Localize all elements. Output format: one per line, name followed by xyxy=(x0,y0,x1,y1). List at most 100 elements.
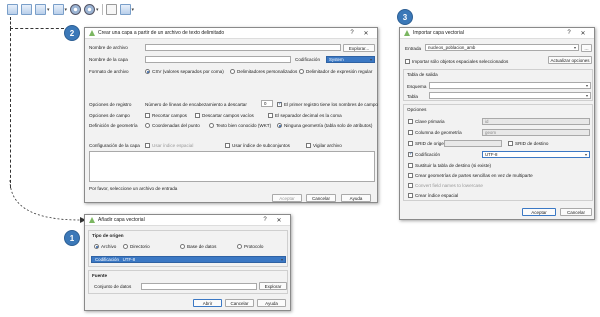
help-icon[interactable]: ? xyxy=(345,30,359,36)
radio-icon[interactable] xyxy=(299,69,304,74)
checkbox-icon[interactable] xyxy=(408,173,413,178)
chevron-down-icon[interactable]: ▾ xyxy=(65,7,68,13)
checkbox-icon[interactable] xyxy=(195,113,200,118)
close-icon[interactable]: ✕ xyxy=(576,30,590,37)
radio-icon[interactable] xyxy=(123,244,128,249)
checkbox-icon[interactable] xyxy=(408,183,413,188)
checkbox-icon[interactable] xyxy=(508,141,513,146)
geom-column-input[interactable]: geom xyxy=(482,129,590,136)
add-vector-icon[interactable] xyxy=(70,4,82,15)
format-custom-option[interactable]: Delimitadores personalizados xyxy=(230,69,297,74)
geom-wkt-label: Texto bien conocido (WKT) xyxy=(216,123,272,128)
new-geopackage-icon[interactable] xyxy=(35,4,46,15)
only-selected-option[interactable]: Importar sólo objetos espaciales selecci… xyxy=(405,59,508,64)
geom-column-option[interactable]: Columna de geometría xyxy=(408,130,462,135)
help-icon[interactable]: ? xyxy=(562,30,576,36)
src-srid-option[interactable]: SRID de origen xyxy=(408,141,446,146)
subset-index-option[interactable]: Usar índice de subconjuntos xyxy=(225,143,290,148)
spatial-index-option[interactable]: Usar índice espacial xyxy=(145,143,193,148)
layer-options-icon[interactable] xyxy=(119,4,131,15)
format-regex-option[interactable]: Delimitador de expresión regular xyxy=(299,69,372,74)
datasets-input[interactable] xyxy=(141,283,257,290)
decimal-comma-option[interactable]: El separador decimal es la coma xyxy=(268,113,342,118)
checkbox-icon[interactable] xyxy=(408,193,413,198)
radio-icon[interactable] xyxy=(145,123,150,128)
lowercase-option[interactable]: Convert field names to lowercase xyxy=(408,183,483,188)
sample-data-preview[interactable] xyxy=(89,151,375,182)
file-name-input[interactable] xyxy=(145,44,341,51)
chevron-down-icon[interactable]: ▾ xyxy=(47,7,50,13)
checkbox-icon[interactable] xyxy=(408,151,413,157)
update-options-button[interactable]: Actualizar opciones xyxy=(548,56,592,64)
src-srid-input[interactable] xyxy=(444,140,502,147)
watch-file-option[interactable]: Vigilar archivo xyxy=(306,143,342,148)
new-spatialite-icon[interactable] xyxy=(21,4,32,15)
format-csv-option[interactable]: CSV (valores separados por coma) xyxy=(145,69,224,74)
close-icon[interactable]: ✕ xyxy=(272,217,286,224)
radio-icon[interactable] xyxy=(237,244,242,249)
source-protocol-option[interactable]: Protocolo xyxy=(237,244,263,249)
add-wms-icon[interactable] xyxy=(105,4,117,15)
primary-key-input[interactable]: id xyxy=(482,118,590,125)
checkbox-icon[interactable] xyxy=(408,130,413,135)
new-memory-layer-icon[interactable] xyxy=(52,4,64,15)
browse-button[interactable]: Explorar... xyxy=(343,44,375,52)
checkbox-icon[interactable] xyxy=(306,143,311,148)
checkbox-icon[interactable] xyxy=(405,59,410,64)
checkbox-icon[interactable] xyxy=(277,101,282,107)
geom-wkt-option[interactable]: Texto bien conocido (WKT) xyxy=(209,123,271,128)
close-icon[interactable]: ✕ xyxy=(359,30,373,37)
dst-srid-option[interactable]: SRID de destino xyxy=(508,141,548,146)
geom-none-option[interactable]: Ninguna geometría (tabla solo de atribut… xyxy=(277,123,372,128)
encoding-option[interactable]: Codificación xyxy=(408,151,440,157)
chevron-down-icon[interactable]: ▾ xyxy=(132,7,135,13)
add-delimited-text-icon[interactable] xyxy=(84,4,96,15)
source-file-option[interactable]: Archivo xyxy=(94,244,116,249)
layer-name-input[interactable] xyxy=(145,56,291,63)
radio-icon[interactable] xyxy=(180,244,185,249)
help-icon[interactable]: ? xyxy=(258,217,272,223)
replace-table-option[interactable]: Sustituir la tabla de destino (si existe… xyxy=(408,163,491,168)
checkbox-icon[interactable] xyxy=(225,143,230,148)
checkbox-icon[interactable] xyxy=(408,119,413,124)
checkbox-icon[interactable] xyxy=(408,141,413,146)
single-part-option[interactable]: Crear geometrías de partes sencillas en … xyxy=(408,173,533,178)
spatial-index-option[interactable]: Crear índice espacial xyxy=(408,193,458,198)
encoding-select[interactable]: System ▾ xyxy=(326,56,375,63)
help-button[interactable]: Ayuda xyxy=(341,194,371,202)
browse-button[interactable]: Explorar xyxy=(259,282,287,290)
input-select[interactable]: nucleos_poblacion_amb ▾ xyxy=(425,44,579,51)
source-database-option[interactable]: Base de datos xyxy=(180,244,216,249)
cancel-button[interactable]: Cancelar xyxy=(560,208,592,216)
accept-button[interactable]: Aceptar xyxy=(522,208,556,216)
cancel-button[interactable]: Cancelar xyxy=(225,299,254,307)
table-select[interactable]: ▾ xyxy=(429,92,591,99)
radio-icon[interactable] xyxy=(209,123,214,128)
discard-empty-option[interactable]: Descartar campos vacíos xyxy=(195,113,254,118)
schema-select[interactable]: ▾ xyxy=(429,82,591,89)
primary-key-option[interactable]: Clave primaria xyxy=(408,119,445,124)
checkbox-icon[interactable] xyxy=(268,113,273,118)
geom-point-option[interactable]: Coordenadas del punto xyxy=(145,123,200,128)
checkbox-icon[interactable] xyxy=(408,163,413,168)
chevron-down-icon: ▾ xyxy=(369,57,372,62)
radio-icon[interactable] xyxy=(145,69,150,74)
new-shapefile-icon[interactable] xyxy=(7,4,18,15)
radio-icon[interactable] xyxy=(230,69,235,74)
first-record-option[interactable]: El primer registro tiene los nombres de … xyxy=(277,101,378,107)
open-button[interactable]: Abrir xyxy=(193,299,222,307)
header-lines-spinbox[interactable]: 0 xyxy=(261,100,273,107)
encoding-select[interactable]: UTF-8 ▾ xyxy=(482,151,590,158)
source-directory-option[interactable]: Directorio xyxy=(123,244,150,249)
encoding-select[interactable]: Codificación UTF-8 ▾ xyxy=(91,256,286,263)
radio-icon[interactable] xyxy=(94,244,99,249)
checkbox-icon[interactable] xyxy=(145,143,150,148)
chevron-down-icon[interactable]: ▾ xyxy=(96,7,99,13)
cancel-button[interactable]: Cancelar xyxy=(306,194,336,202)
browse-button[interactable]: … xyxy=(581,44,592,52)
help-button[interactable]: Ayuda xyxy=(257,299,286,307)
accept-button[interactable]: Aceptar xyxy=(272,194,302,202)
checkbox-icon[interactable] xyxy=(145,113,150,118)
trim-fields-option[interactable]: Recortar campos xyxy=(145,113,187,118)
radio-icon[interactable] xyxy=(277,123,282,128)
